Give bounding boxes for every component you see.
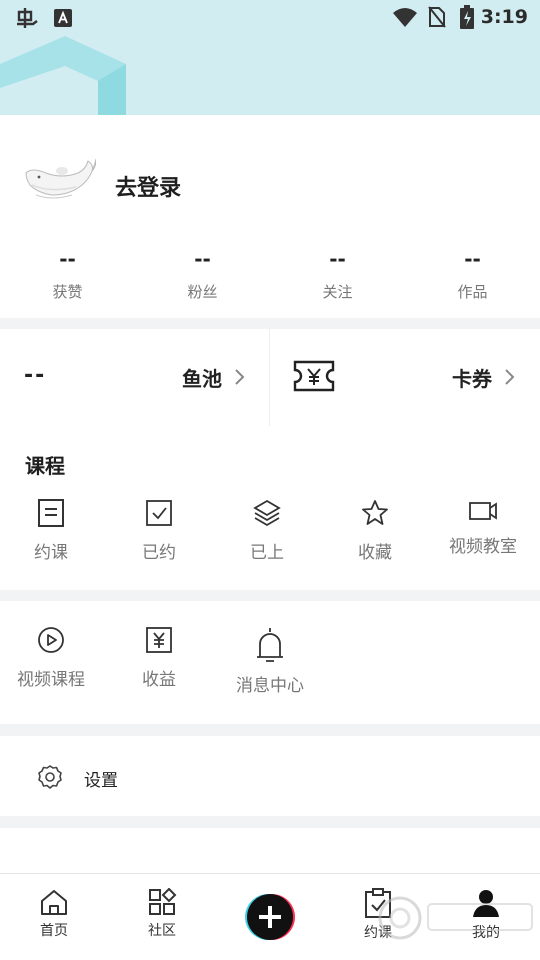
stat-following[interactable]: -- 关注 <box>270 245 405 305</box>
services-section: 视频课程 收益 消息中心 <box>0 601 540 724</box>
tab-home[interactable]: 首页 <box>0 874 108 960</box>
course-item-label: 已约 <box>142 543 176 563</box>
course-book-button[interactable]: 约课 <box>0 498 105 563</box>
yen-box-icon <box>146 627 172 653</box>
course-item-label: 收藏 <box>358 543 392 563</box>
course-item-label: 已上 <box>250 543 284 563</box>
course-item-label: 视频教室 <box>449 537 517 557</box>
stat-likes[interactable]: -- 获赞 <box>0 245 135 305</box>
service-item-label: 收益 <box>142 670 176 690</box>
stat-label: 粉丝 <box>187 283 218 301</box>
stat-works[interactable]: -- 作品 <box>405 245 540 305</box>
fishpond-value: -- <box>24 363 47 388</box>
stat-label: 关注 <box>322 283 353 301</box>
settings-row[interactable]: 设置 <box>0 736 540 816</box>
keyboard-a-icon <box>54 9 72 27</box>
header-banner: 3:19 <box>0 0 540 115</box>
stat-followers[interactable]: -- 粉丝 <box>135 245 270 305</box>
course-favorites-button[interactable]: 收藏 <box>321 498 429 563</box>
watermark-logo <box>378 896 533 940</box>
stat-value: -- <box>59 247 76 271</box>
chevron-right-icon <box>235 369 245 385</box>
book-icon <box>38 499 64 527</box>
video-camera-icon <box>469 502 497 520</box>
course-attended-button[interactable]: 已上 <box>213 498 321 563</box>
plus-icon <box>268 906 272 928</box>
course-video-room-button[interactable]: 视频教室 <box>429 498 537 557</box>
gear-icon <box>38 765 62 789</box>
profile-card: 去登录 -- 获赞 -- 粉丝 -- 关注 -- 作品 <box>0 115 540 318</box>
course-section: 课程 约课 已约 已上 收藏 视频教室 <box>0 426 540 590</box>
grid-icon <box>149 888 177 915</box>
layers-icon <box>253 499 281 527</box>
stat-value: -- <box>329 247 346 271</box>
wallet-row: -- 鱼池 卡券 <box>0 329 540 426</box>
hexagon-decoration <box>0 36 126 115</box>
checkbox-icon <box>146 500 172 526</box>
status-time: 3:19 <box>480 6 528 28</box>
status-bar: 3:19 <box>0 0 540 36</box>
fishpond-label: 鱼池 <box>182 367 222 391</box>
fishpond-entry[interactable]: -- 鱼池 <box>0 329 270 426</box>
wifi-icon <box>393 8 417 27</box>
tab-label: 社区 <box>148 923 176 939</box>
tab-label: 首页 <box>40 923 68 939</box>
course-item-label: 约课 <box>34 543 68 563</box>
bell-icon <box>257 628 283 662</box>
publish-plus-button[interactable] <box>247 894 293 940</box>
tab-community[interactable]: 社区 <box>108 874 216 960</box>
stat-label: 获赞 <box>52 283 83 301</box>
ticket-yen-icon <box>293 360 335 392</box>
whale-avatar-icon[interactable] <box>22 155 96 205</box>
course-section-title: 课程 <box>25 454 65 478</box>
service-item-label: 消息中心 <box>236 676 304 696</box>
app-logo-icon <box>17 8 38 28</box>
stat-value: -- <box>194 247 211 271</box>
profile-stats: -- 获赞 -- 粉丝 -- 关注 -- 作品 <box>0 245 540 305</box>
course-booked-button[interactable]: 已约 <box>105 498 213 563</box>
stat-label: 作品 <box>457 283 488 301</box>
home-icon <box>41 890 67 915</box>
login-link[interactable]: 去登录 <box>115 170 181 202</box>
earnings-button[interactable]: 收益 <box>105 625 213 690</box>
battery-charging-icon <box>460 5 474 29</box>
play-circle-icon <box>38 627 64 653</box>
coupon-label: 卡券 <box>452 367 492 391</box>
no-sim-icon <box>428 6 446 28</box>
empty-area <box>0 828 540 873</box>
service-item-label: 视频课程 <box>17 670 85 690</box>
settings-label: 设置 <box>84 771 118 791</box>
video-course-button[interactable]: 视频课程 <box>0 625 105 690</box>
coupon-entry[interactable]: 卡券 <box>270 329 540 426</box>
chevron-right-icon <box>505 369 515 385</box>
star-icon <box>362 500 388 525</box>
message-center-button[interactable]: 消息中心 <box>216 625 324 696</box>
stat-value: -- <box>464 247 481 271</box>
